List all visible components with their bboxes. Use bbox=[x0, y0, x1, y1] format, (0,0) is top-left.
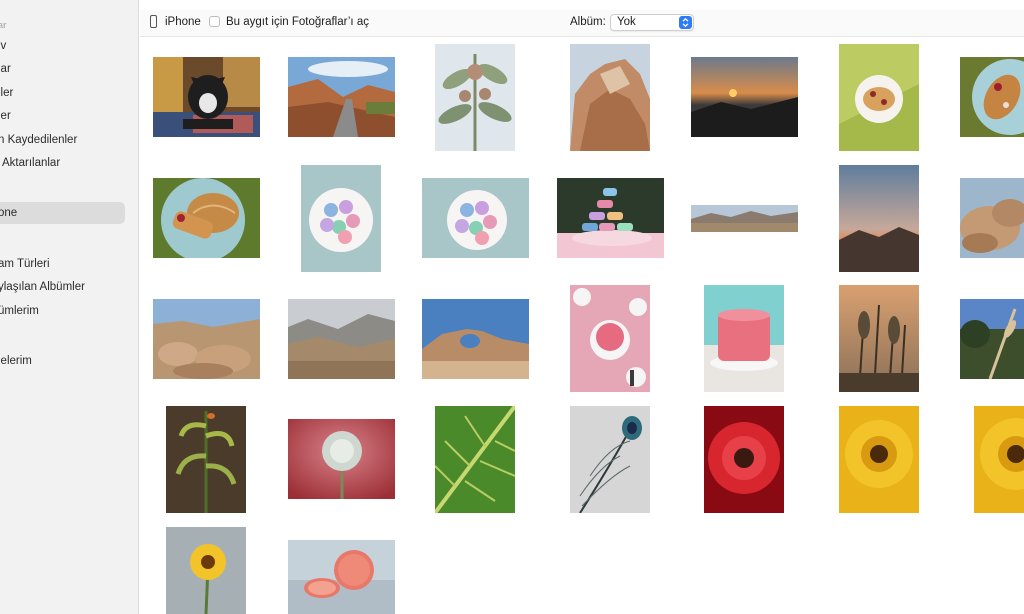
sidebar-item[interactable]: lar bbox=[0, 63, 11, 75]
sidebar-item[interactable]: iv bbox=[0, 40, 6, 52]
photo-thumbnail[interactable] bbox=[974, 406, 1024, 513]
photo-thumbnail[interactable] bbox=[153, 178, 260, 258]
photo-thumbnail[interactable] bbox=[960, 57, 1024, 137]
album-label: Albüm: bbox=[570, 16, 606, 28]
photo-thumbnail[interactable] bbox=[153, 57, 260, 137]
sidebar: ar iv lar iler ler n Kaydedilenler Aktar… bbox=[0, 0, 139, 614]
photo-thumbnail[interactable] bbox=[691, 57, 798, 137]
photo-thumbnail[interactable] bbox=[960, 178, 1024, 258]
sidebar-item-iphone[interactable]: one bbox=[0, 202, 125, 224]
photo-thumbnail[interactable] bbox=[166, 527, 246, 614]
device-name: iPhone bbox=[165, 16, 201, 28]
photo-grid bbox=[140, 37, 1024, 614]
sidebar-item[interactable]: ler bbox=[0, 110, 11, 122]
sidebar-item[interactable]: am Türleri bbox=[0, 258, 50, 270]
photo-thumbnail[interactable] bbox=[288, 299, 395, 379]
photo-thumbnail[interactable] bbox=[839, 44, 919, 151]
photo-thumbnail[interactable] bbox=[166, 406, 246, 513]
photo-thumbnail[interactable] bbox=[557, 178, 664, 258]
sidebar-item[interactable]: iler bbox=[0, 87, 13, 99]
iphone-icon bbox=[150, 15, 157, 28]
photo-thumbnail[interactable] bbox=[435, 406, 515, 513]
photo-thumbnail[interactable] bbox=[570, 285, 650, 392]
chevron-up-down-icon bbox=[679, 16, 692, 29]
photo-thumbnail[interactable] bbox=[839, 285, 919, 392]
import-toolbar: iPhone Bu aygıt için Fotoğraflar’ı aç Al… bbox=[140, 10, 1024, 37]
photo-thumbnail[interactable] bbox=[153, 299, 260, 379]
photo-thumbnail[interactable] bbox=[570, 44, 650, 151]
photo-thumbnail[interactable] bbox=[422, 299, 529, 379]
photo-thumbnail[interactable] bbox=[839, 165, 919, 272]
sidebar-item[interactable]: Aktarılanlar bbox=[2, 157, 60, 169]
photo-thumbnail[interactable] bbox=[301, 165, 381, 272]
sidebar-item[interactable]: n Kaydedilenler bbox=[0, 134, 77, 146]
photo-thumbnail[interactable] bbox=[704, 285, 784, 392]
photo-thumbnail[interactable] bbox=[435, 44, 515, 151]
sidebar-item[interactable]: ylaşılan Albümler bbox=[0, 281, 85, 293]
album-select[interactable]: Yok bbox=[610, 14, 694, 31]
album-select-value: Yok bbox=[617, 16, 636, 28]
photo-thumbnail[interactable] bbox=[288, 57, 395, 137]
photo-thumbnail[interactable] bbox=[570, 406, 650, 513]
photo-thumbnail[interactable] bbox=[288, 419, 395, 499]
sidebar-section-header: ar bbox=[0, 20, 7, 30]
photo-thumbnail[interactable] bbox=[704, 406, 784, 513]
open-photos-checkbox[interactable] bbox=[209, 16, 220, 27]
photo-thumbnail[interactable] bbox=[839, 406, 919, 513]
photo-thumbnail[interactable] bbox=[422, 178, 529, 258]
photo-thumbnail[interactable] bbox=[691, 205, 798, 232]
photo-thumbnail[interactable] bbox=[960, 299, 1024, 379]
open-photos-label[interactable]: Bu aygıt için Fotoğraflar’ı aç bbox=[226, 16, 369, 28]
sidebar-item[interactable]: ümlerim bbox=[0, 305, 39, 317]
photo-thumbnail[interactable] bbox=[288, 540, 395, 614]
sidebar-item[interactable]: jelerim bbox=[0, 355, 32, 367]
